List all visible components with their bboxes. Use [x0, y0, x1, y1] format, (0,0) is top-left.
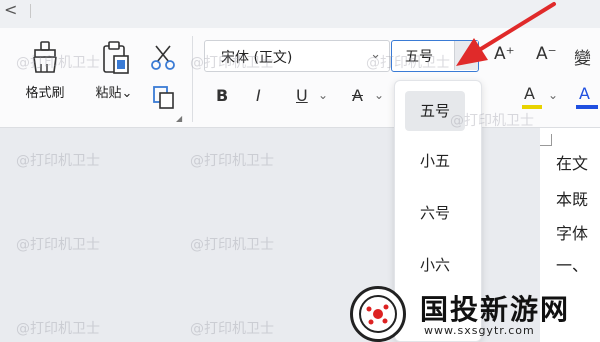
chevron-down-icon[interactable]: ⌄ [374, 88, 384, 102]
font-name-value: 宋体 (正文) [221, 50, 293, 66]
highlight-swatch [522, 105, 542, 109]
page-corner-mark [540, 134, 552, 146]
bold-button[interactable]: B [216, 86, 228, 105]
italic-button[interactable]: I [256, 86, 261, 105]
chevron-left-icon[interactable]: < [4, 0, 17, 19]
watermark-text: @打印机卫士 [190, 153, 274, 169]
font-size-option[interactable]: 六号 [405, 193, 465, 233]
document-line: 本既 [556, 190, 589, 209]
chevron-down-icon[interactable]: ⌄ [318, 88, 328, 102]
font-color-button[interactable]: A [576, 84, 598, 110]
chevron-down-icon[interactable]: ⌄ [548, 88, 558, 102]
font-name-select[interactable]: 宋体 (正文) ⌄ [204, 40, 390, 72]
document-line: 在文 [556, 154, 589, 173]
annotation-arrow-icon [456, 2, 556, 66]
format-painter-label: 格式刷 [25, 86, 65, 101]
font-color-swatch [576, 105, 598, 109]
underline-button[interactable]: U [296, 86, 308, 105]
watermark-text: @打印机卫士 [190, 237, 274, 253]
paste-label: 粘贴⌄ [86, 82, 142, 101]
font-size-option[interactable]: 五号 [405, 91, 465, 131]
chevron-down-icon[interactable]: ⌄ [370, 47, 381, 62]
logo-name: 国投新游网 [420, 293, 571, 326]
clipboard-icon [86, 40, 142, 80]
font-size-option[interactable]: 小六 [405, 245, 465, 285]
document-line: 一、 [556, 256, 589, 275]
paste-button[interactable]: 粘贴⌄ [86, 40, 142, 101]
divider [30, 4, 31, 18]
watermark-text: @打印机卫士 [16, 153, 100, 169]
font-size-value: 五号 [405, 49, 433, 65]
scissors-icon [150, 45, 176, 74]
copy-button[interactable] [151, 84, 177, 114]
watermark-text: @打印机卫士 [16, 237, 100, 253]
brush-icon [18, 40, 72, 80]
format-painter-button[interactable]: 格式刷 [18, 40, 72, 101]
document-line: 字体 [556, 224, 589, 243]
chevron-down-icon: ⌄ [121, 86, 133, 101]
phonetic-guide-button[interactable]: 變 [574, 44, 591, 69]
group-divider [192, 36, 193, 122]
watermark-text: @打印机卫士 [16, 321, 100, 337]
logo-mark-icon [350, 286, 406, 342]
font-color-letter: A [579, 84, 590, 103]
font-size-option[interactable]: 小五 [405, 141, 465, 181]
watermark-text: @打印机卫士 [190, 321, 274, 337]
dialog-launcher-icon[interactable]: ◢ [176, 114, 182, 123]
highlight-letter: A [524, 84, 535, 103]
paste-text: 粘贴 [95, 86, 122, 101]
copy-icon [151, 86, 177, 114]
strikethrough-button[interactable]: A [352, 86, 363, 105]
highlight-button[interactable]: A [522, 84, 544, 110]
logo-url: www.sxsgytr.com [424, 324, 535, 337]
cut-button[interactable] [150, 44, 176, 74]
site-logo: 国投新游网 www.sxsgytr.com [340, 282, 600, 342]
